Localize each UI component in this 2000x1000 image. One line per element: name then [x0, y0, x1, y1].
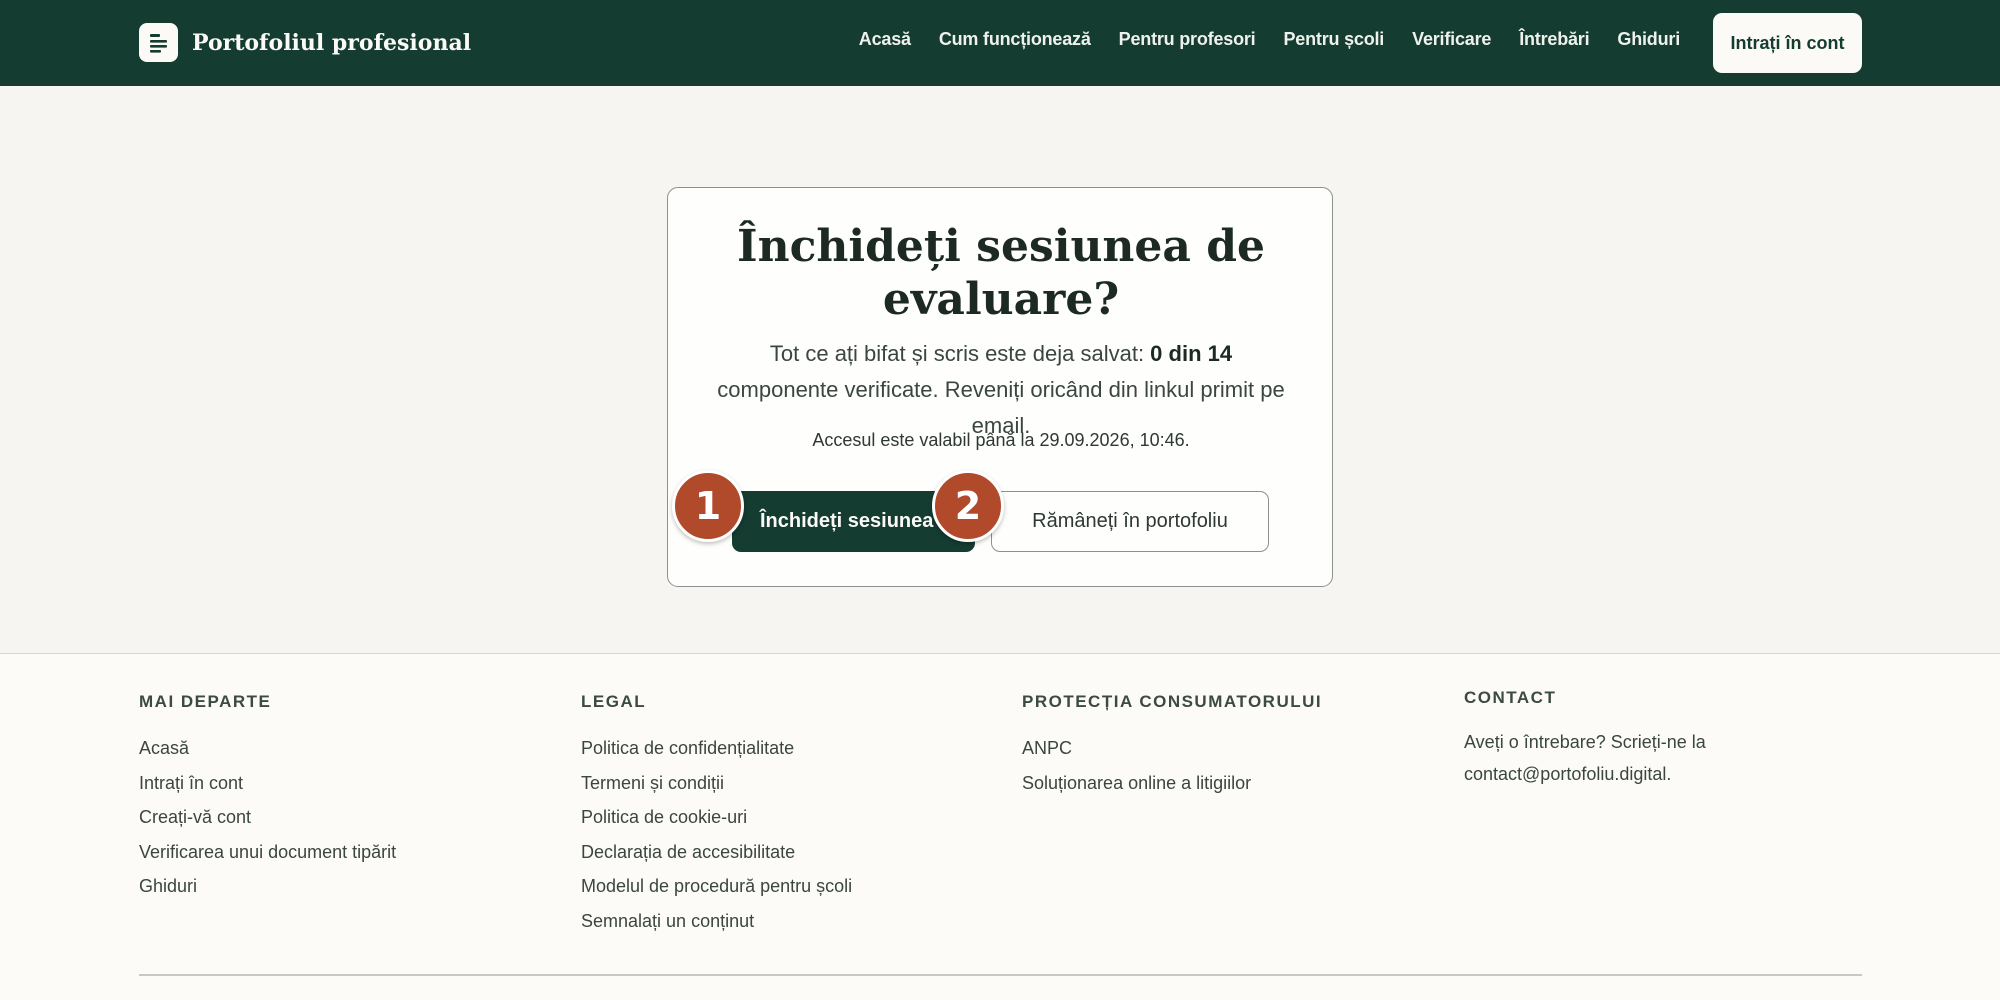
footer-link-online-dispute-resolution[interactable]: Soluționarea online a litigiilor — [1022, 773, 1251, 793]
list-item: ANPC — [1022, 738, 1251, 773]
footer-divider — [139, 974, 1862, 976]
nav-questions[interactable]: Întrebări — [1519, 29, 1589, 50]
progress-count: 0 din 14 — [1150, 341, 1233, 366]
list-item: Creați-vă cont — [139, 807, 396, 842]
nav-for-teachers[interactable]: Pentru profesori — [1119, 29, 1256, 50]
footer-heading: MAI DEPARTE — [139, 692, 272, 711]
footer-link-school-procedure[interactable]: Modelul de procedură pentru școli — [581, 876, 852, 896]
footer-links: Acasă Intrați în cont Creați-vă cont Ver… — [139, 738, 396, 911]
site-footer: MAI DEPARTE Acasă Intrați în cont Creați… — [0, 653, 2000, 1000]
footer-link-report-content[interactable]: Semnalați un conținut — [581, 911, 754, 931]
top-navigation-bar: Portofoliul profesional Acasă Cum funcți… — [0, 0, 2000, 86]
list-item: Soluționarea online a litigiilor — [1022, 773, 1251, 808]
nav-how-it-works[interactable]: Cum funcționează — [939, 29, 1091, 50]
footer-heading: CONTACT — [1464, 688, 1557, 707]
stay-in-portfolio-button[interactable]: Rămâneți în portofoliu — [991, 491, 1269, 552]
brand-home-link[interactable]: Portofoliul profesional — [139, 23, 471, 62]
footer-link-guides[interactable]: Ghiduri — [139, 876, 197, 896]
footer-link-cookies[interactable]: Politica de cookie-uri — [581, 807, 747, 827]
list-item: Intrați în cont — [139, 773, 396, 808]
list-item: Verificarea unui document tipărit — [139, 842, 396, 877]
access-validity-note: Accesul este valabil până la 29.09.2026,… — [812, 430, 1190, 450]
list-item: Acasă — [139, 738, 396, 773]
brand-name: Portofoliul profesional — [192, 29, 472, 56]
dialog-title: Închideți sesiunea de evaluare? — [737, 221, 1265, 325]
list-item: Termeni și condiții — [581, 773, 852, 808]
step-badge-1: 1 — [672, 470, 744, 542]
main-content: Închideți sesiunea de evaluare? Tot ce a… — [0, 86, 2000, 653]
footer-link-verify-document[interactable]: Verificarea unui document tipărit — [139, 842, 396, 862]
description-text-end: componente verificate. Reveniți oricând … — [717, 377, 1285, 438]
footer-link-signup[interactable]: Creați-vă cont — [139, 807, 251, 827]
footer-heading: PROTECȚIA CONSUMATORULUI — [1022, 692, 1323, 711]
description-text-start: Tot ce ați bifat și scris este deja salv… — [769, 341, 1151, 366]
footer-link-terms[interactable]: Termeni și condiții — [581, 773, 724, 793]
list-item: Ghiduri — [139, 876, 396, 911]
footer-link-privacy[interactable]: Politica de confidențialitate — [581, 738, 794, 758]
footer-links: ANPC Soluționarea online a litigiilor — [1022, 738, 1251, 807]
main-nav: Acasă Cum funcționează Pentru profesori … — [859, 0, 1680, 78]
nav-for-schools[interactable]: Pentru școli — [1283, 29, 1384, 50]
footer-links: Politica de confidențialitate Termeni și… — [581, 738, 852, 945]
footer-link-anpc[interactable]: ANPC — [1022, 738, 1072, 758]
list-item: Semnalați un conținut — [581, 911, 852, 946]
footer-heading: LEGAL — [581, 692, 647, 711]
login-button[interactable]: Intrați în cont — [1713, 13, 1862, 73]
dialog-description: Tot ce ați bifat și scris este deja salv… — [708, 336, 1294, 444]
list-item: Politica de cookie-uri — [581, 807, 852, 842]
footer-link-login[interactable]: Intrați în cont — [139, 773, 243, 793]
list-item: Politica de confidențialitate — [581, 738, 852, 773]
step-badge-2: 2 — [932, 470, 1004, 542]
list-item: Declarația de accesibilitate — [581, 842, 852, 877]
footer-link-accessibility[interactable]: Declarația de accesibilitate — [581, 842, 795, 862]
document-icon — [139, 23, 178, 62]
footer-link-home[interactable]: Acasă — [139, 738, 189, 758]
nav-home[interactable]: Acasă — [859, 29, 911, 50]
contact-text: Aveți o întrebare? Scrieți-ne la contact… — [1464, 732, 1706, 784]
close-session-dialog: Închideți sesiunea de evaluare? Tot ce a… — [667, 187, 1333, 587]
nav-guides[interactable]: Ghiduri — [1617, 29, 1680, 50]
list-item: Modelul de procedură pentru școli — [581, 876, 852, 911]
nav-verification[interactable]: Verificare — [1412, 29, 1491, 50]
